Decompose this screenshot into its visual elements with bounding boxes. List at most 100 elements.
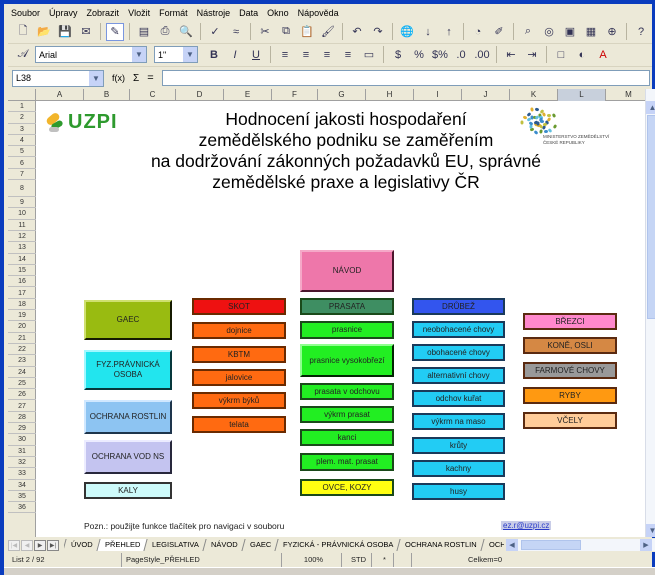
row-header[interactable]: 11 bbox=[8, 220, 36, 231]
menu-item[interactable]: Formát bbox=[159, 5, 188, 21]
italic-icon[interactable]: I bbox=[226, 46, 244, 64]
print-icon[interactable]: ⎙ bbox=[156, 23, 174, 41]
row-header[interactable]: 27 bbox=[8, 401, 36, 412]
prasata-button-3[interactable]: prasata v odchovu bbox=[300, 383, 394, 400]
prasata-button-4[interactable]: výkrm prasat bbox=[300, 406, 394, 423]
row-header[interactable]: 12 bbox=[8, 231, 36, 243]
prasata-button-2[interactable]: prasnice vysokobřezí bbox=[300, 344, 394, 377]
chart-icon[interactable]: ◔ bbox=[469, 23, 487, 41]
menu-item[interactable]: Zobrazit bbox=[87, 5, 120, 21]
find-icon[interactable]: ⌕ bbox=[519, 23, 537, 41]
sheet-tab[interactable]: OCHRANA bbox=[480, 539, 504, 551]
horizontal-scrollbar[interactable]: ◀ ▶ bbox=[506, 539, 655, 551]
ochrana-rostlin-button[interactable]: OCHRANA ROSTLIN bbox=[84, 400, 172, 434]
gallery-icon[interactable]: ▣ bbox=[561, 23, 579, 41]
bold-icon[interactable]: B bbox=[205, 46, 223, 64]
drubez-button-6[interactable]: krůty bbox=[412, 437, 505, 454]
row-header[interactable]: 16 bbox=[8, 276, 36, 288]
function-icon[interactable]: = bbox=[147, 72, 153, 84]
next-sheet-icon[interactable]: ▶ bbox=[34, 539, 46, 551]
row-header[interactable]: 35 bbox=[8, 491, 36, 503]
column-header[interactable]: E bbox=[224, 89, 272, 101]
font-color-icon[interactable]: A bbox=[594, 46, 612, 64]
row-header[interactable]: 10 bbox=[8, 208, 36, 220]
row-header[interactable]: 22 bbox=[8, 344, 36, 356]
menu-item[interactable]: Okno bbox=[267, 5, 289, 21]
row-header[interactable]: 7 bbox=[8, 169, 36, 181]
status-mode[interactable]: STD bbox=[342, 553, 372, 567]
currency-icon[interactable]: $ bbox=[389, 46, 407, 64]
edit-mode-icon[interactable]: ✎ bbox=[106, 22, 124, 41]
borders-icon[interactable]: □ bbox=[552, 46, 570, 64]
navod-button[interactable]: NÁVOD bbox=[300, 250, 394, 292]
add-decimal-icon[interactable]: .0 bbox=[452, 46, 470, 64]
formula-input[interactable] bbox=[161, 70, 650, 86]
skot-button-3[interactable]: jalovice bbox=[192, 369, 286, 386]
row-header[interactable]: 34 bbox=[8, 480, 36, 491]
background-color-icon[interactable]: ◐ bbox=[573, 46, 591, 64]
chevron-down-icon[interactable]: ▼ bbox=[89, 70, 103, 86]
column-header[interactable]: L bbox=[558, 89, 606, 101]
sheet-tab[interactable]: NÁVOD bbox=[202, 539, 247, 551]
column-header[interactable]: J bbox=[462, 89, 510, 101]
drubez-button-7[interactable]: kachny bbox=[412, 460, 505, 477]
function-wizard-icon[interactable]: f(x) bbox=[112, 73, 125, 83]
row-header[interactable]: 14 bbox=[8, 254, 36, 265]
skot-button-5[interactable]: telata bbox=[192, 416, 286, 433]
column-header[interactable]: D bbox=[176, 89, 224, 101]
draw-functions-icon[interactable]: ✐ bbox=[490, 23, 508, 41]
skot-button-4[interactable]: výkrm býků bbox=[192, 392, 286, 409]
chevron-down-icon[interactable]: ▼ bbox=[132, 47, 146, 62]
kaly-button[interactable]: KALY bbox=[84, 482, 172, 499]
sheet-tab[interactable]: FYZICKÁ - PRÁVNICKÁ OSOBA bbox=[274, 539, 402, 551]
prasata-button-1[interactable]: prasnice bbox=[300, 321, 394, 339]
row-header[interactable]: 5 bbox=[8, 146, 36, 158]
column-header[interactable]: K bbox=[510, 89, 558, 101]
row-header[interactable]: 36 bbox=[8, 502, 36, 514]
drubez-button-5[interactable]: výkrm na maso bbox=[412, 413, 505, 430]
font-name-select[interactable]: Arial ▼ bbox=[35, 46, 147, 63]
prev-sheet-icon[interactable]: ◀ bbox=[21, 539, 33, 551]
autospell-icon[interactable]: ≈ bbox=[227, 23, 245, 41]
spellcheck-icon[interactable]: ✓ bbox=[206, 23, 224, 41]
row-header[interactable]: 31 bbox=[8, 446, 36, 457]
drubez-button-3[interactable]: alternativní chovy bbox=[412, 367, 505, 384]
drubez-button-4[interactable]: odchov kuřat bbox=[412, 390, 505, 407]
decrease-indent-icon[interactable]: ⇤ bbox=[502, 46, 520, 64]
scroll-left-icon[interactable]: ◀ bbox=[506, 539, 518, 551]
datasources-icon[interactable]: ▦ bbox=[582, 23, 600, 41]
row-header[interactable]: 2 bbox=[8, 112, 36, 124]
menu-item[interactable]: Úpravy bbox=[49, 5, 78, 21]
row-header[interactable]: 6 bbox=[8, 158, 36, 169]
menu-item[interactable]: Soubor bbox=[11, 5, 40, 21]
row-header[interactable]: 1 bbox=[8, 101, 36, 113]
select-all-corner[interactable] bbox=[8, 89, 36, 101]
row-header[interactable]: 3 bbox=[8, 124, 36, 135]
prasata-button-0[interactable]: PRASATA bbox=[300, 298, 394, 315]
format-paintbrush-icon[interactable]: 🖌 bbox=[319, 23, 337, 41]
row-header[interactable]: 8 bbox=[8, 180, 36, 198]
styles-icon[interactable]: 𝒜 bbox=[14, 46, 32, 64]
column-header[interactable]: B bbox=[84, 89, 130, 101]
ostatni-button-3[interactable]: RYBY bbox=[523, 387, 617, 404]
prasata-button-7[interactable]: OVCE, KOZY bbox=[300, 479, 394, 496]
menu-item[interactable]: Nápověda bbox=[298, 5, 339, 21]
align-right-icon[interactable]: ≡ bbox=[318, 46, 336, 64]
row-header[interactable]: 13 bbox=[8, 242, 36, 254]
menu-item[interactable]: Nástroje bbox=[197, 5, 231, 21]
ostatni-button-1[interactable]: KONĚ, OSLI bbox=[523, 337, 617, 354]
column-header[interactable]: H bbox=[366, 89, 414, 101]
email-icon[interactable]: ✉ bbox=[77, 23, 95, 41]
column-header[interactable]: I bbox=[414, 89, 462, 101]
skot-button-1[interactable]: dojnice bbox=[192, 322, 286, 339]
row-header[interactable]: 29 bbox=[8, 423, 36, 435]
sort-descending-icon[interactable]: ↑ bbox=[440, 23, 458, 41]
save-icon[interactable]: 💾 bbox=[56, 23, 74, 41]
row-header[interactable]: 32 bbox=[8, 457, 36, 469]
drubez-button-8[interactable]: husy bbox=[412, 483, 505, 500]
copy-icon[interactable]: ⧉ bbox=[277, 23, 295, 41]
row-header[interactable]: 28 bbox=[8, 412, 36, 424]
row-header[interactable]: 17 bbox=[8, 288, 36, 299]
drubez-button-1[interactable]: neobohacené chovy bbox=[412, 321, 505, 338]
row-header[interactable]: 23 bbox=[8, 355, 36, 367]
